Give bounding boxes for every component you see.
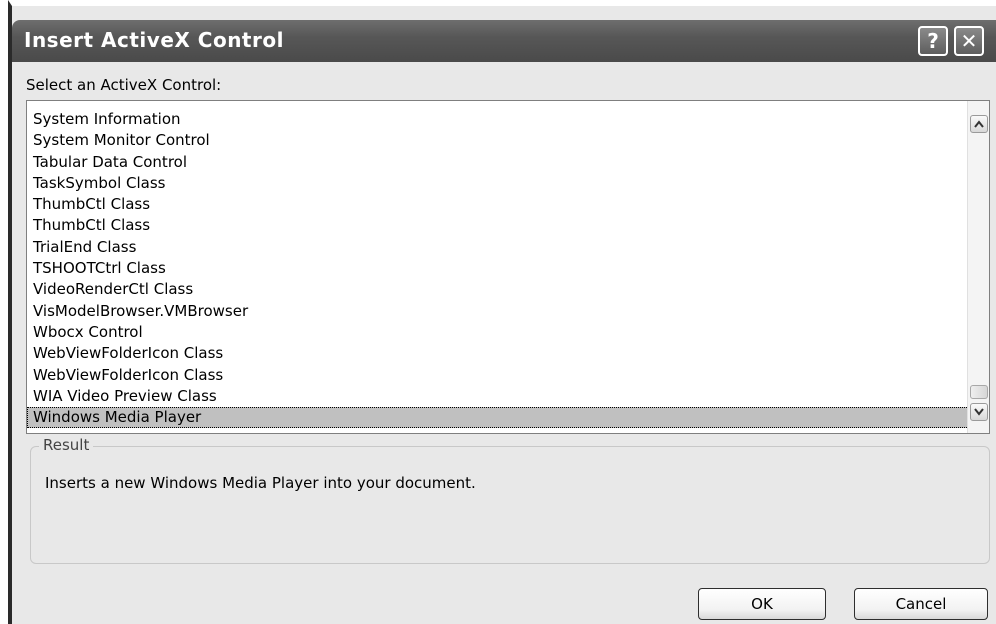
select-control-label: Select an ActiveX Control: <box>26 76 222 94</box>
close-button[interactable]: ✕ <box>954 26 984 56</box>
list-item[interactable]: System Monitor Control <box>27 130 969 151</box>
activex-control-list[interactable]: System Information System Monitor Control… <box>26 100 990 434</box>
list-item[interactable]: Wbocx Control <box>27 322 969 343</box>
cancel-button[interactable]: Cancel <box>854 588 988 620</box>
result-description: Inserts a new Windows Media Player into … <box>45 474 476 492</box>
list-item[interactable]: Tabular Data Control <box>27 152 969 173</box>
list-item[interactable]: ThumbCtl Class <box>27 215 969 236</box>
ok-button[interactable]: OK <box>698 588 826 620</box>
list-item[interactable]: VisModelBrowser.VMBrowser <box>27 301 969 322</box>
help-button[interactable]: ? <box>918 26 948 56</box>
result-group: Result Inserts a new Windows Media Playe… <box>30 436 990 564</box>
list-item[interactable]: WIA Video Preview Class <box>27 386 969 407</box>
help-icon: ? <box>927 29 939 53</box>
dialog-title: Insert ActiveX Control <box>24 28 284 52</box>
insert-activex-dialog: Insert ActiveX Control ? ✕ Select an Act… <box>8 0 996 624</box>
list-item[interactable]: TaskSymbol Class <box>27 173 969 194</box>
scroll-down-button[interactable] <box>970 403 988 421</box>
list-item[interactable]: TSHOOTCtrl Class <box>27 258 969 279</box>
list-item[interactable]: Windows Media Player <box>27 407 969 429</box>
close-icon: ✕ <box>960 29 978 53</box>
scroll-thumb[interactable] <box>970 385 988 399</box>
list-items: System Information System Monitor Control… <box>27 101 969 433</box>
list-scrollbar[interactable] <box>967 101 989 433</box>
list-item[interactable]: System Information <box>27 109 969 130</box>
list-item[interactable]: WebViewFolderIcon Class <box>27 343 969 364</box>
list-item[interactable]: ThumbCtl Class <box>27 194 969 215</box>
list-item[interactable]: VideoRenderCtl Class <box>27 279 969 300</box>
list-item[interactable]: WebViewFolderIcon Class <box>27 365 969 386</box>
list-item[interactable]: TrialEnd Class <box>27 237 969 258</box>
title-bar[interactable]: Insert ActiveX Control ? ✕ <box>12 20 996 62</box>
chevron-down-icon <box>974 408 984 416</box>
scroll-up-button[interactable] <box>970 115 988 133</box>
result-legend: Result <box>39 436 94 454</box>
chevron-up-icon <box>974 120 984 128</box>
